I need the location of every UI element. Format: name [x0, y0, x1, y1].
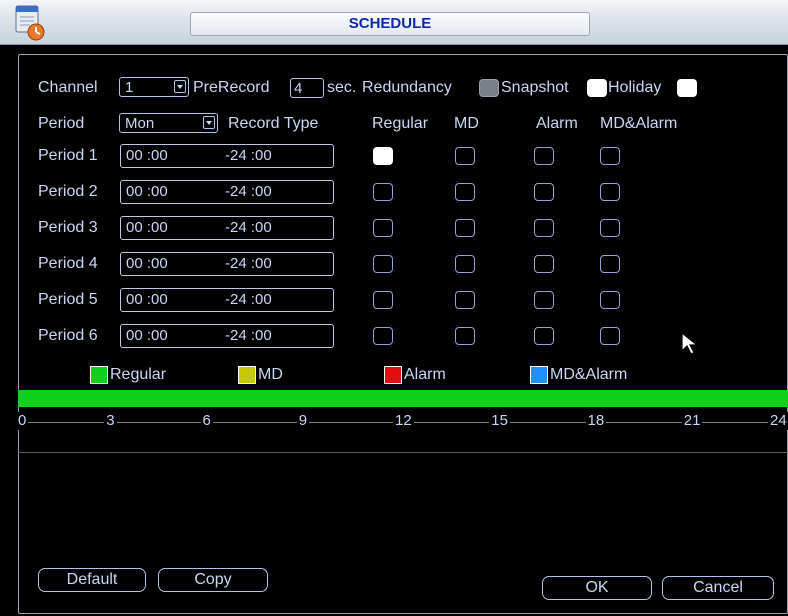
- period-6-mdalarm-checkbox[interactable]: [600, 327, 620, 345]
- period-1-start: 00 :00: [126, 147, 168, 164]
- period-2-start: 00 :00: [126, 183, 168, 200]
- period-6-alarm-checkbox[interactable]: [534, 327, 554, 345]
- timeline-tick-18: 18: [585, 412, 607, 430]
- period-4-regular-checkbox[interactable]: [373, 255, 393, 273]
- column-regular-label: Regular: [372, 115, 429, 132]
- column-alarm-label: Alarm: [536, 115, 578, 132]
- period-3-time-input[interactable]: 00 :00 -24 :00: [120, 216, 334, 240]
- period-6-end: -24 :00: [225, 327, 272, 344]
- period-4-md-checkbox[interactable]: [455, 255, 475, 273]
- period-2-alarm-checkbox[interactable]: [534, 183, 554, 201]
- cancel-button[interactable]: Cancel: [662, 576, 774, 600]
- legend-md-label: MD: [258, 366, 283, 383]
- period-5-md-checkbox[interactable]: [455, 291, 475, 309]
- column-mdalarm-label: MD&Alarm: [600, 115, 678, 132]
- period-2-time-input[interactable]: 00 :00 -24 :00: [120, 180, 334, 204]
- record-type-label: Record Type: [228, 115, 319, 132]
- period-2-end: -24 :00: [225, 183, 272, 200]
- timeline-tick-0: 0: [16, 412, 29, 430]
- period-1-alarm-checkbox[interactable]: [534, 147, 554, 165]
- period-2-mdalarm-checkbox[interactable]: [600, 183, 620, 201]
- period-4-end: -24 :00: [225, 255, 272, 272]
- legend-alarm-label: Alarm: [404, 366, 446, 383]
- period-2-regular-checkbox[interactable]: [373, 183, 393, 201]
- redundancy-label: Redundancy: [362, 79, 452, 96]
- period-3-md-checkbox[interactable]: [455, 219, 475, 237]
- period-3-alarm-checkbox[interactable]: [534, 219, 554, 237]
- timeline-tick-24: 24: [768, 412, 788, 430]
- period-1-end: -24 :00: [225, 147, 272, 164]
- schedule-window: SCHEDULE Channel 1 PreRecord 4 sec. Redu…: [0, 0, 788, 616]
- period-2-md-checkbox[interactable]: [455, 183, 475, 201]
- period-5-label: Period 5: [38, 291, 98, 308]
- legend-regular-swatch: [90, 366, 108, 384]
- prerecord-label: PreRecord: [193, 79, 270, 96]
- period-5-time-input[interactable]: 00 :00 -24 :00: [120, 288, 334, 312]
- period-1-md-checkbox[interactable]: [455, 147, 475, 165]
- legend-md-swatch: [238, 366, 256, 384]
- chevron-down-icon: [203, 116, 215, 129]
- day-select[interactable]: Mon: [119, 113, 218, 133]
- period-6-md-checkbox[interactable]: [455, 327, 475, 345]
- period-3-mdalarm-checkbox[interactable]: [600, 219, 620, 237]
- period-3-regular-checkbox[interactable]: [373, 219, 393, 237]
- default-button[interactable]: Default: [38, 568, 146, 592]
- period-3-end: -24 :00: [225, 219, 272, 236]
- period-5-alarm-checkbox[interactable]: [534, 291, 554, 309]
- period-4-mdalarm-checkbox[interactable]: [600, 255, 620, 273]
- chevron-down-icon: [174, 80, 186, 93]
- period-label: Period: [38, 115, 85, 132]
- period-5-start: 00 :00: [126, 291, 168, 308]
- timeline-tick-3: 3: [104, 412, 117, 430]
- period-5-end: -24 :00: [225, 291, 272, 308]
- window-title: SCHEDULE: [190, 12, 590, 36]
- period-1-time-input[interactable]: 00 :00 -24 :00: [120, 144, 334, 168]
- copy-button[interactable]: Copy: [158, 568, 268, 592]
- sec-label: sec.: [327, 79, 357, 96]
- snapshot-checkbox[interactable]: [587, 79, 607, 97]
- timeline-regular-bar[interactable]: [18, 390, 788, 407]
- holiday-checkbox[interactable]: [677, 79, 697, 97]
- period-1-regular-checkbox[interactable]: [373, 147, 393, 165]
- period-4-alarm-checkbox[interactable]: [534, 255, 554, 273]
- mouse-pointer-icon: [681, 332, 699, 355]
- period-6-start: 00 :00: [126, 327, 168, 344]
- period-6-label: Period 6: [38, 327, 98, 344]
- period-3-label: Period 3: [38, 219, 98, 236]
- schedule-app-icon: [15, 5, 45, 41]
- period-4-time-input[interactable]: 00 :00 -24 :00: [120, 252, 334, 276]
- timeline-tick-21: 21: [681, 412, 703, 430]
- channel-select[interactable]: 1: [119, 77, 189, 97]
- holiday-label: Holiday: [608, 79, 662, 96]
- period-5-mdalarm-checkbox[interactable]: [600, 291, 620, 309]
- timeline-tick-15: 15: [489, 412, 510, 430]
- legend-regular-label: Regular: [110, 366, 167, 383]
- ok-button[interactable]: OK: [542, 576, 652, 600]
- channel-value: 1: [125, 79, 134, 96]
- channel-label: Channel: [38, 79, 98, 96]
- period-6-regular-checkbox[interactable]: [373, 327, 393, 345]
- content-area: Channel 1 PreRecord 4 sec. Redundancy Sn…: [8, 54, 788, 616]
- legend-alarm-swatch: [384, 366, 402, 384]
- legend-mdalarm-swatch: [530, 366, 548, 384]
- redundancy-checkbox[interactable]: [479, 79, 499, 97]
- period-4-label: Period 4: [38, 255, 98, 272]
- timeline-tick-6: 6: [200, 412, 213, 430]
- timeline-tick-12: 12: [393, 412, 414, 430]
- period-5-regular-checkbox[interactable]: [373, 291, 393, 309]
- period-2-label: Period 2: [38, 183, 98, 200]
- prerecord-input[interactable]: 4: [290, 78, 324, 98]
- period-3-start: 00 :00: [126, 219, 168, 236]
- period-6-time-input[interactable]: 00 :00 -24 :00: [120, 324, 334, 348]
- period-4-start: 00 :00: [126, 255, 168, 272]
- period-1-label: Period 1: [38, 147, 98, 164]
- snapshot-label: Snapshot: [501, 79, 569, 96]
- period-1-mdalarm-checkbox[interactable]: [600, 147, 620, 165]
- timeline-tick-9: 9: [296, 412, 310, 430]
- legend-mdalarm-label: MD&Alarm: [550, 366, 628, 383]
- timeline-baseline: [18, 452, 788, 453]
- title-bar: SCHEDULE: [0, 0, 788, 45]
- day-value: Mon: [125, 115, 155, 132]
- column-md-label: MD: [454, 115, 479, 132]
